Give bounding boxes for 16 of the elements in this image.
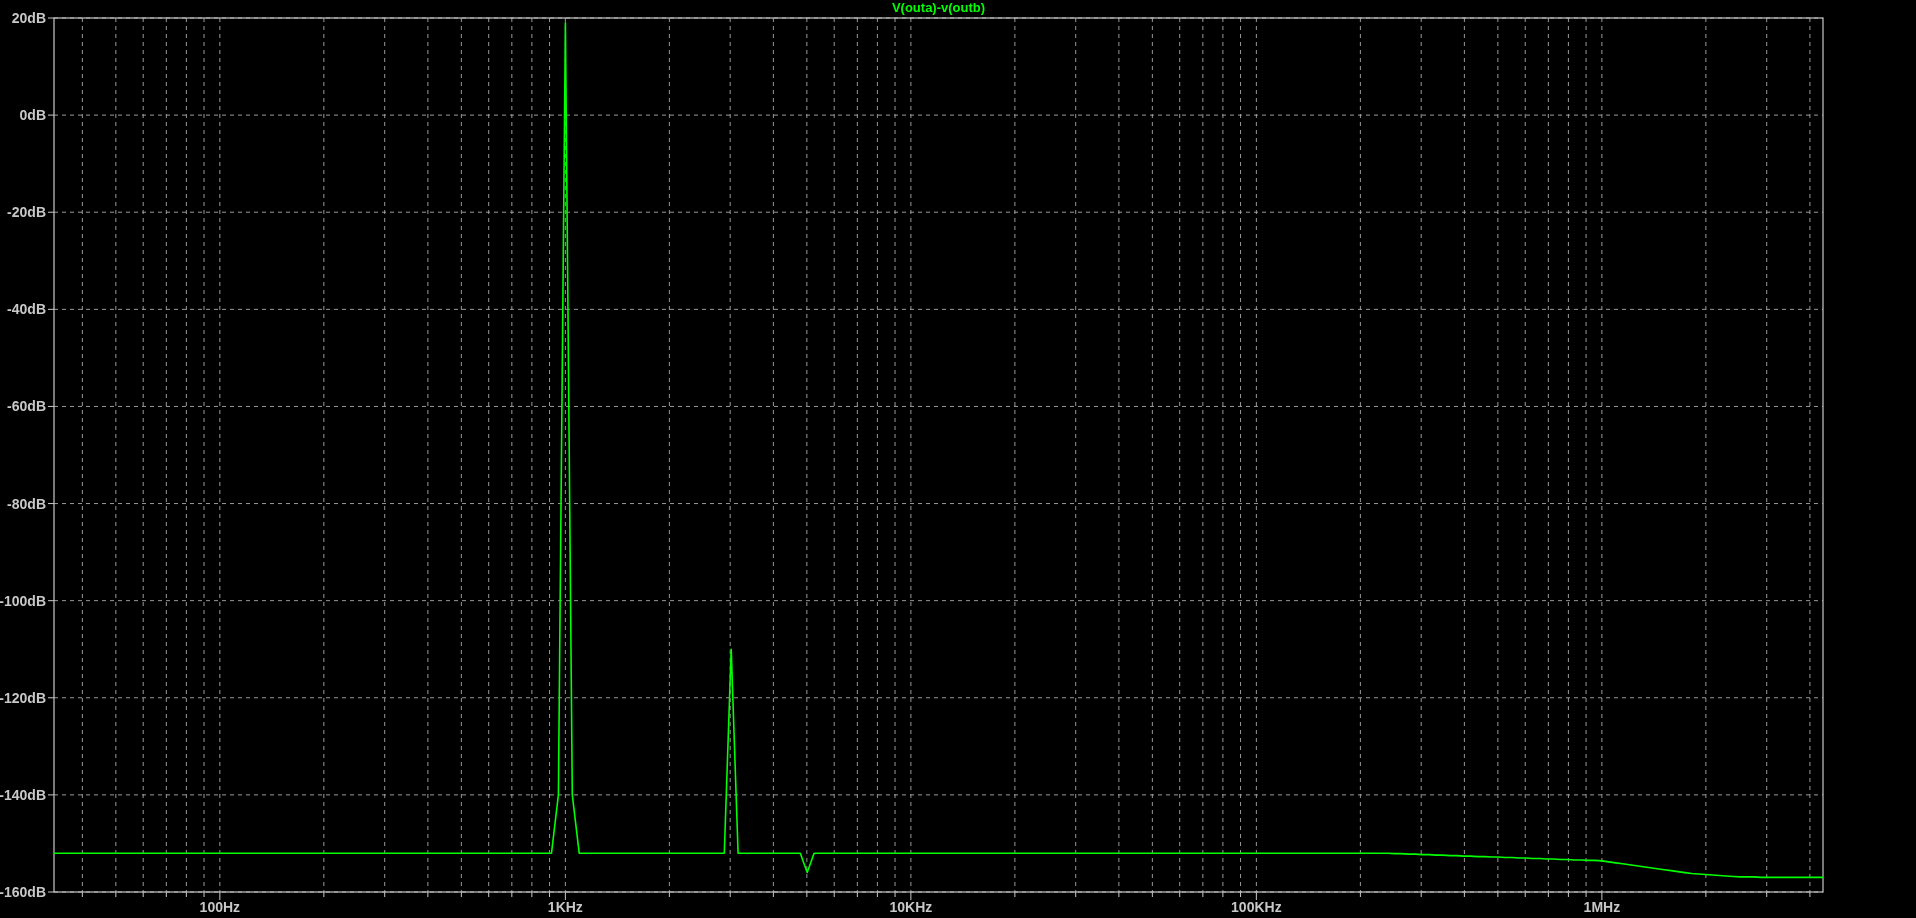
axis-tick-label: 0dB xyxy=(19,107,46,124)
axis-tick-label: 100KHz xyxy=(1231,899,1282,915)
axis-tick-label: -140dB xyxy=(0,786,46,803)
axis-tick-label: -40dB xyxy=(7,301,46,318)
axis-tick-label: 10KHz xyxy=(889,899,933,915)
trace-legend: V(outa)-v(outb) xyxy=(891,0,986,15)
axis-tick-label: 1KHz xyxy=(547,899,583,915)
axis-tick-label: -60dB xyxy=(7,398,46,415)
axis-tick-label: -100dB xyxy=(0,592,46,609)
axis-tick-label: 20dB xyxy=(11,10,46,26)
axis-tick-label: -80dB xyxy=(7,495,46,512)
axis-tick-label: 100Hz xyxy=(199,899,241,915)
axis-tick-label: -120dB xyxy=(0,689,46,706)
axis-tick-label: -20dB xyxy=(7,204,46,221)
axis-tick-label: 1MHz xyxy=(1583,899,1621,915)
axis-tick-label: -160dB xyxy=(0,884,46,900)
